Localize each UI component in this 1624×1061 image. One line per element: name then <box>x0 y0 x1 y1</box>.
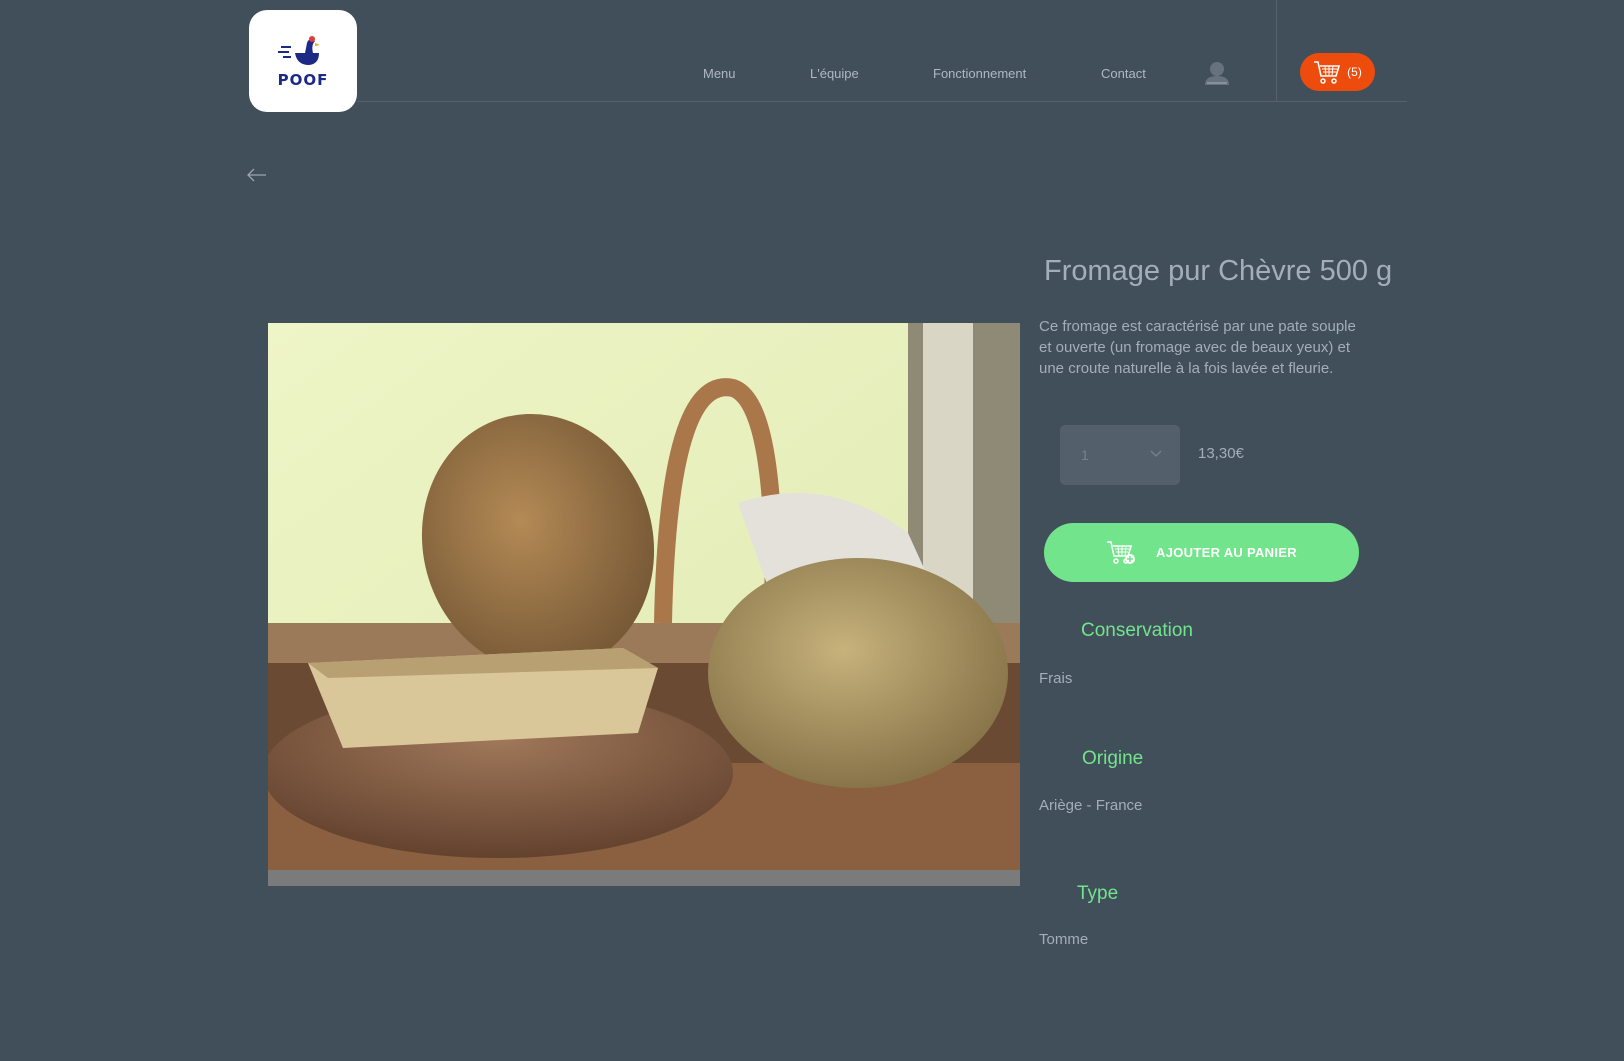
origin-title: Origine <box>1082 748 1144 769</box>
conservation-value: Frais <box>1039 670 1073 687</box>
add-to-cart-button[interactable]: AJOUTER AU PANIER <box>1044 523 1359 582</box>
conservation-title: Conservation <box>1081 620 1193 641</box>
chevron-down-icon <box>1150 450 1162 457</box>
cart-count: (5) <box>1347 65 1362 79</box>
add-to-cart-label: AJOUTER AU PANIER <box>1156 545 1297 560</box>
product-description: Ce fromage est caractérisé par une pate … <box>1039 318 1356 377</box>
nav-equipe[interactable]: L'équipe <box>810 66 859 81</box>
nav-fonctionnement[interactable]: Fonctionnement <box>933 66 1026 81</box>
header-divider <box>357 101 1407 102</box>
price: 13,30€ <box>1198 445 1244 462</box>
product-page: POOF Menu L'équipe Fonctionnement Contac… <box>0 0 1624 1061</box>
rooster-logo-icon <box>278 36 320 65</box>
cart-icon <box>1314 61 1341 84</box>
user-icon[interactable] <box>1204 60 1230 91</box>
type-value: Tomme <box>1039 931 1089 948</box>
cart-button[interactable]: (5) <box>1300 53 1375 91</box>
quantity-value: 1 <box>1081 447 1089 463</box>
header-vertical-divider <box>1276 0 1277 101</box>
nav-menu[interactable]: Menu <box>703 66 736 81</box>
origin-value: Ariège - France <box>1039 797 1143 814</box>
logo[interactable]: POOF <box>249 10 357 112</box>
back-arrow-icon[interactable] <box>246 168 268 187</box>
logo-text: POOF <box>277 71 329 89</box>
type-title: Type <box>1077 883 1119 904</box>
product-title: Fromage pur Chèvre 500 g <box>1044 255 1393 287</box>
nav-contact[interactable]: Contact <box>1101 66 1146 81</box>
quantity-select[interactable]: 1 <box>1060 425 1180 485</box>
product-image <box>268 323 1020 886</box>
add-cart-icon <box>1107 540 1136 564</box>
